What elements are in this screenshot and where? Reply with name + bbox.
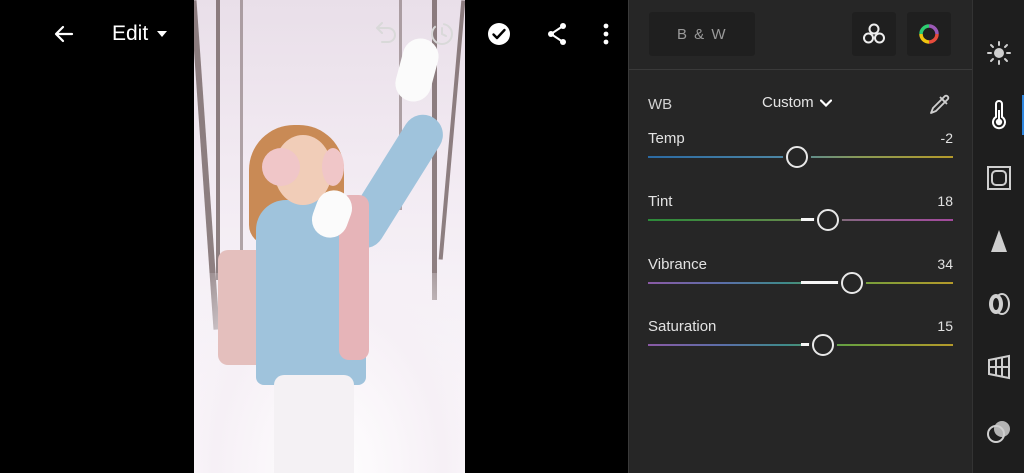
color-mix-button[interactable]	[907, 12, 951, 56]
masking-tool-button[interactable]	[983, 416, 1015, 448]
share-button[interactable]	[542, 18, 572, 50]
more-vertical-icon	[603, 23, 609, 45]
caret-down-icon	[157, 31, 168, 37]
color-icon	[992, 100, 1006, 130]
edit-panel: B & W WB Custom Temp -2 Tint 18 Vibrance…	[628, 0, 973, 473]
temp-slider-row: Temp -2	[629, 130, 973, 180]
saturation-label: Saturation	[648, 318, 717, 335]
undo-icon	[376, 22, 396, 43]
saturation-slider-row: Saturation 15	[629, 318, 973, 368]
edit-mode-dropdown[interactable]: Edit	[112, 17, 168, 51]
saturation-slider-fill	[800, 343, 813, 346]
color-mix-icon	[919, 24, 939, 44]
edit-mode-label: Edit	[112, 22, 149, 45]
back-button[interactable]	[48, 18, 80, 50]
tint-label: Tint	[648, 193, 673, 210]
tint-slider-thumb[interactable]	[816, 209, 839, 231]
done-button[interactable]	[484, 18, 514, 50]
arrow-left-icon	[54, 25, 74, 43]
geometry-icon	[988, 354, 1010, 380]
vibrance-slider-row: Vibrance 34	[629, 256, 973, 306]
undo-button[interactable]	[368, 18, 400, 50]
photo-preview[interactable]	[194, 0, 465, 473]
detail-icon	[991, 230, 1007, 252]
black-and-white-button[interactable]: B & W	[649, 12, 755, 56]
tint-slider-fill	[800, 218, 817, 221]
vibrance-slider-fill	[800, 281, 842, 284]
detail-tool-button[interactable]	[983, 225, 1015, 257]
tint-value: 18	[937, 193, 953, 209]
temp-slider-thumb[interactable]	[786, 146, 809, 168]
share-icon	[548, 23, 566, 45]
eyedropper-button[interactable]	[927, 91, 953, 117]
light-tool-button[interactable]	[983, 37, 1015, 69]
light-icon	[987, 41, 1011, 65]
geometry-tool-button[interactable]	[983, 351, 1015, 383]
eyedropper-icon	[930, 94, 950, 114]
white-balance-preset-value: Custom	[762, 94, 814, 111]
effects-icon	[987, 166, 1011, 190]
temp-label: Temp	[648, 130, 685, 147]
white-balance-preset-dropdown[interactable]: Custom	[762, 94, 832, 111]
color-tool-button[interactable]	[983, 99, 1015, 131]
vibrance-slider-thumb[interactable]	[841, 272, 864, 294]
optics-icon	[989, 293, 1010, 315]
saturation-value: 15	[937, 318, 953, 334]
checkmark-circle-icon	[488, 23, 510, 45]
profiles-icon	[863, 23, 885, 44]
temp-value: -2	[940, 130, 953, 146]
tint-slider-row: Tint 18	[629, 193, 973, 243]
more-options-button[interactable]	[592, 18, 620, 50]
panel-header: B & W	[629, 0, 973, 70]
profiles-button[interactable]	[852, 12, 896, 56]
tool-rail	[972, 0, 1024, 473]
effects-tool-button[interactable]	[983, 162, 1015, 194]
white-balance-label: WB	[648, 96, 673, 113]
redo-icon	[431, 23, 453, 45]
optics-tool-button[interactable]	[983, 288, 1015, 320]
photo-canvas[interactable]	[0, 0, 628, 473]
redo-button[interactable]	[426, 18, 458, 50]
vibrance-label: Vibrance	[648, 256, 707, 273]
vibrance-value: 34	[937, 256, 953, 272]
masking-icon	[987, 421, 1010, 443]
chevron-down-icon	[819, 98, 832, 107]
saturation-slider-thumb[interactable]	[812, 334, 835, 356]
white-balance-row: WB Custom	[629, 88, 973, 122]
